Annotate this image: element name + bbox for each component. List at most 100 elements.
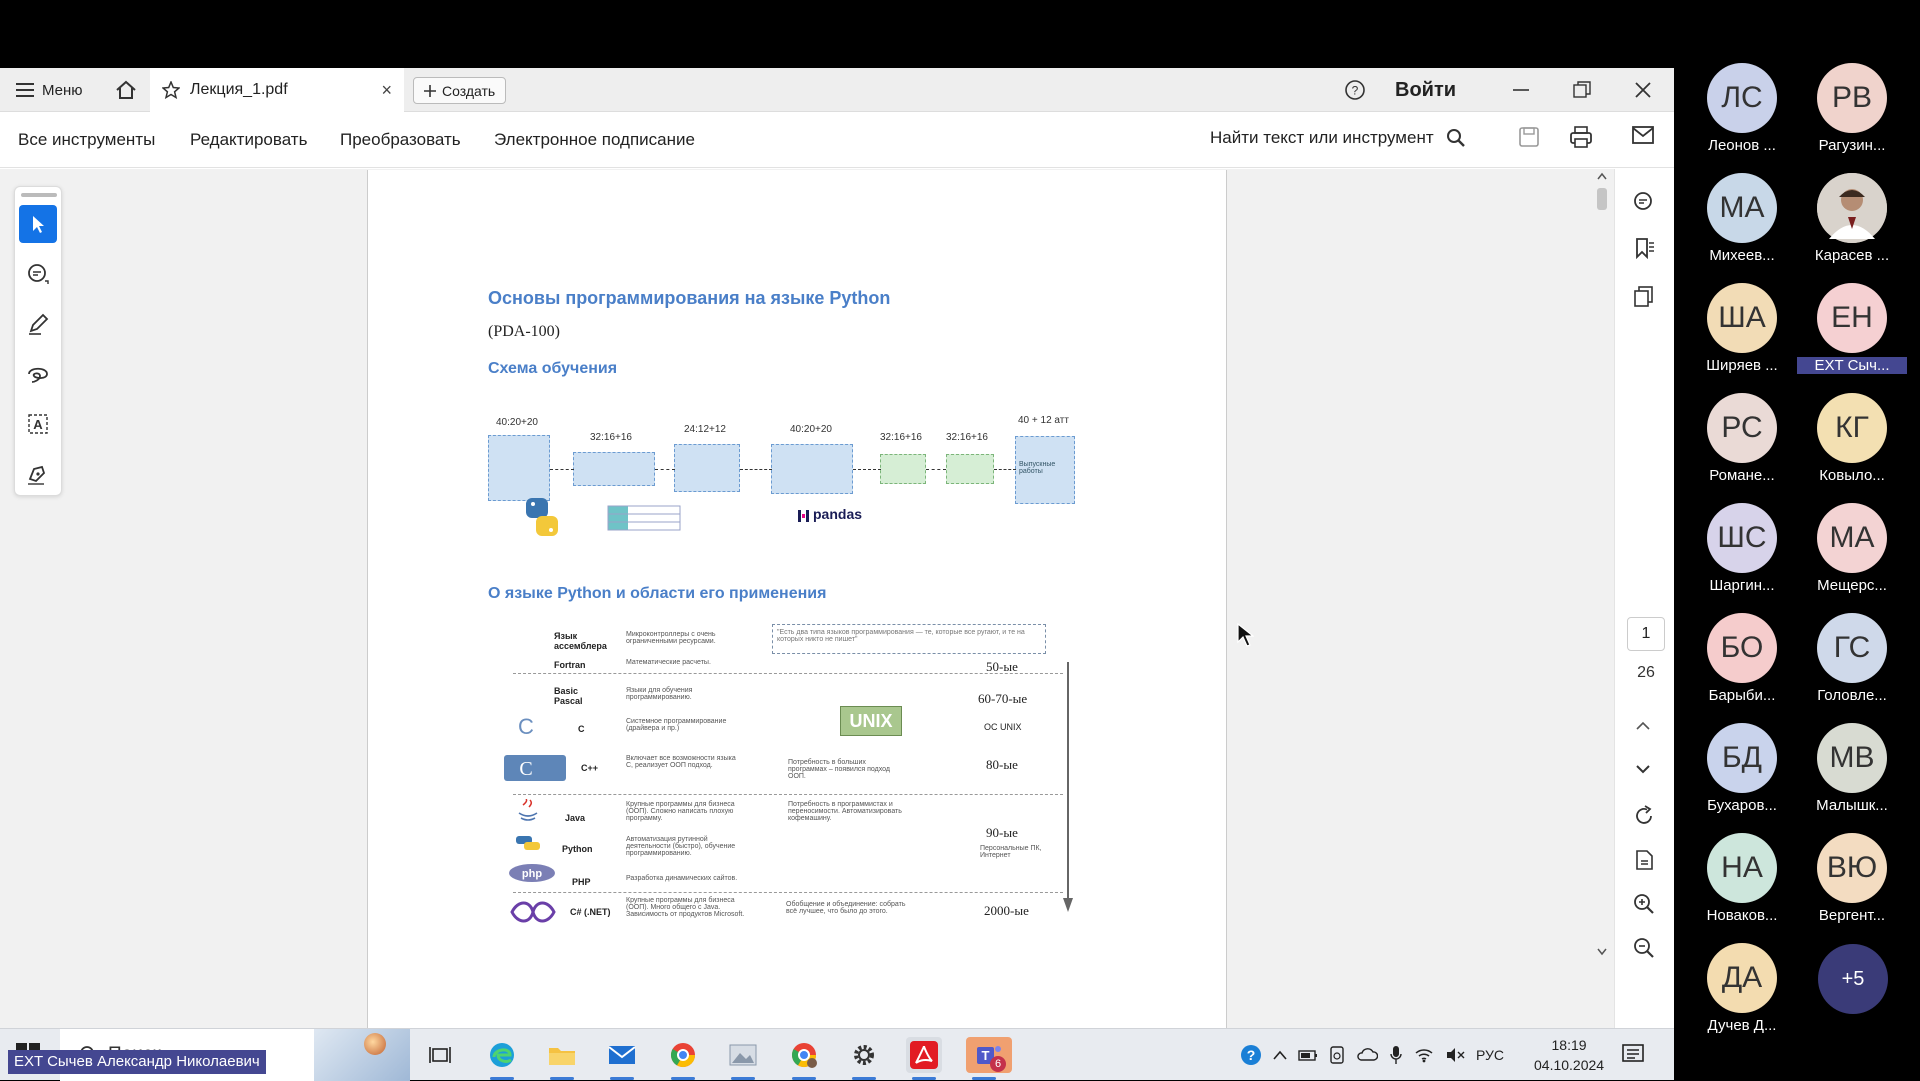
participant-tile[interactable]: ГС Головле... xyxy=(1797,613,1907,723)
comment-icon xyxy=(26,263,50,285)
help-icon: ? xyxy=(1344,79,1366,101)
desc-fortran: Математические расчеты. xyxy=(626,659,711,666)
highlight-tool[interactable] xyxy=(19,305,57,343)
draw-tool[interactable] xyxy=(19,355,57,393)
select-tool[interactable] xyxy=(19,205,57,243)
cloud-icon[interactable] xyxy=(1356,1048,1378,1062)
page-up-icon[interactable] xyxy=(1633,719,1653,733)
scroll-down-icon[interactable] xyxy=(1597,948,1607,956)
comments-panel-icon[interactable] xyxy=(1633,191,1655,213)
esign-menu[interactable]: Электронное подписание xyxy=(494,130,695,150)
page-down-icon[interactable] xyxy=(1633,762,1653,776)
participant-tile[interactable]: НА Новаков... xyxy=(1687,833,1797,943)
lang-assembler: Язык ассемблера xyxy=(554,631,607,651)
help-button[interactable]: ? xyxy=(1344,68,1366,112)
edit-menu[interactable]: Редактировать xyxy=(190,130,307,150)
flow-step-6 xyxy=(946,454,994,484)
chrome-profile-app[interactable] xyxy=(786,1037,822,1080)
participant-name: Карасев ... xyxy=(1814,247,1890,264)
vertical-scrollbar[interactable] xyxy=(1594,172,1610,958)
picture-icon xyxy=(729,1043,757,1067)
participant-tile[interactable]: ША Ширяев ... xyxy=(1687,283,1797,393)
participant-tile[interactable]: БД Бухаров... xyxy=(1687,723,1797,833)
zoom-out-icon[interactable] xyxy=(1633,937,1655,959)
zoom-in-icon[interactable] xyxy=(1633,893,1655,915)
find-text-or-tool[interactable]: Найти текст или инструмент xyxy=(1210,128,1466,148)
notification-center-icon[interactable] xyxy=(1622,1043,1644,1065)
participant-tile[interactable]: РС Романе... xyxy=(1687,393,1797,503)
java-logo-icon xyxy=(516,799,540,825)
edge-app[interactable] xyxy=(484,1037,520,1080)
era-60-70s: 60-70-ые xyxy=(978,691,1028,706)
chrome-app[interactable] xyxy=(665,1037,701,1080)
participant-tile[interactable]: Карасев ... xyxy=(1797,173,1907,283)
help-circle-icon[interactable]: ? xyxy=(1240,1044,1262,1066)
scroll-thumb[interactable] xyxy=(1597,188,1607,210)
avatar: ВЮ xyxy=(1817,833,1887,903)
participant-tile[interactable]: РВ Рагузин... xyxy=(1797,63,1907,173)
more-participants-button[interactable]: +5 xyxy=(1818,944,1888,1014)
bookmark-icon[interactable] xyxy=(1633,237,1655,259)
home-button[interactable] xyxy=(113,68,139,112)
system-clock[interactable]: 18:19 04.10.2024 xyxy=(1534,1035,1604,1075)
participant-tile[interactable]: ШС Шаргин... xyxy=(1687,503,1797,613)
task-view-button[interactable] xyxy=(422,1037,458,1073)
convert-menu[interactable]: Преобразовать xyxy=(340,130,461,150)
menu-button[interactable]: Меню xyxy=(16,68,83,112)
speaker-muted-icon[interactable] xyxy=(1445,1047,1465,1063)
acrobat-app[interactable] xyxy=(906,1037,942,1080)
mail-app[interactable] xyxy=(604,1037,640,1080)
participant-tile[interactable]: ДА Дучев Д... xyxy=(1687,943,1797,1053)
divider xyxy=(513,673,1063,674)
email-icon[interactable] xyxy=(1632,126,1654,144)
participant-tile[interactable]: ЛС Леонов ... xyxy=(1687,63,1797,173)
close-window-button[interactable] xyxy=(1634,68,1652,112)
folder-icon xyxy=(548,1043,576,1067)
chevron-up-icon[interactable] xyxy=(1273,1050,1287,1060)
participant-tile[interactable]: ВЮ Вергент... xyxy=(1797,833,1907,943)
participant-tile[interactable]: МА Михеев... xyxy=(1687,173,1797,283)
text-tool[interactable]: A xyxy=(19,405,57,443)
file-explorer-app[interactable] xyxy=(544,1037,580,1080)
star-icon[interactable] xyxy=(162,81,180,99)
battery-icon[interactable] xyxy=(1298,1048,1318,1062)
restore-button[interactable] xyxy=(1573,68,1591,112)
input-language[interactable]: РУС xyxy=(1476,1047,1504,1063)
flow-arrow xyxy=(655,469,675,470)
chrome-icon xyxy=(669,1041,697,1069)
print-icon[interactable] xyxy=(1569,126,1593,148)
comment-tool[interactable] xyxy=(19,255,57,293)
settings-app[interactable] xyxy=(846,1037,882,1080)
image-viewer-app[interactable] xyxy=(725,1037,761,1080)
save-icon[interactable] xyxy=(1518,126,1540,148)
signin-button[interactable]: Войти xyxy=(1395,68,1456,112)
tab-close-icon[interactable]: × xyxy=(381,80,392,101)
participant-tile[interactable]: КГ Ковыло... xyxy=(1797,393,1907,503)
device-icon[interactable] xyxy=(1329,1046,1345,1064)
lang-java: Java xyxy=(565,813,586,823)
minimize-button[interactable] xyxy=(1512,68,1530,112)
participant-tile[interactable]: БО Барыби... xyxy=(1687,613,1797,723)
rotate-icon[interactable] xyxy=(1633,805,1655,827)
flow-arrow xyxy=(853,469,881,470)
all-tools-menu[interactable]: Все инструменты xyxy=(18,130,155,150)
pdf-page[interactable]: Основы программирования на языке Python … xyxy=(367,170,1227,1030)
teams-app[interactable]: T 6 xyxy=(966,1037,1012,1080)
rail-grip[interactable] xyxy=(21,193,57,197)
pages-panel-icon[interactable] xyxy=(1633,285,1655,307)
microphone-icon[interactable] xyxy=(1389,1045,1403,1065)
svg-text:php: php xyxy=(522,868,542,880)
sign-tool[interactable] xyxy=(19,455,57,493)
desc-cpp: Включает все возможности языка С, реализ… xyxy=(626,755,736,769)
participant-tile[interactable]: МА Мещерс... xyxy=(1797,503,1907,613)
wifi-icon[interactable] xyxy=(1414,1047,1434,1063)
page-fit-icon[interactable] xyxy=(1633,849,1655,871)
create-button[interactable]: Создать xyxy=(413,77,507,104)
svg-text:?: ? xyxy=(1352,84,1359,98)
desc-java: Крупные программы для бизнеса (ООП). Сло… xyxy=(626,801,735,822)
page-number-input[interactable]: 1 xyxy=(1627,617,1665,651)
tab-lecture-pdf[interactable]: Лекция_1.pdf × xyxy=(150,68,404,112)
scroll-up-icon[interactable] xyxy=(1597,172,1607,180)
participant-tile[interactable]: ЕН EXT Сыч... xyxy=(1797,283,1907,393)
participant-tile[interactable]: МВ Малышк... xyxy=(1797,723,1907,833)
